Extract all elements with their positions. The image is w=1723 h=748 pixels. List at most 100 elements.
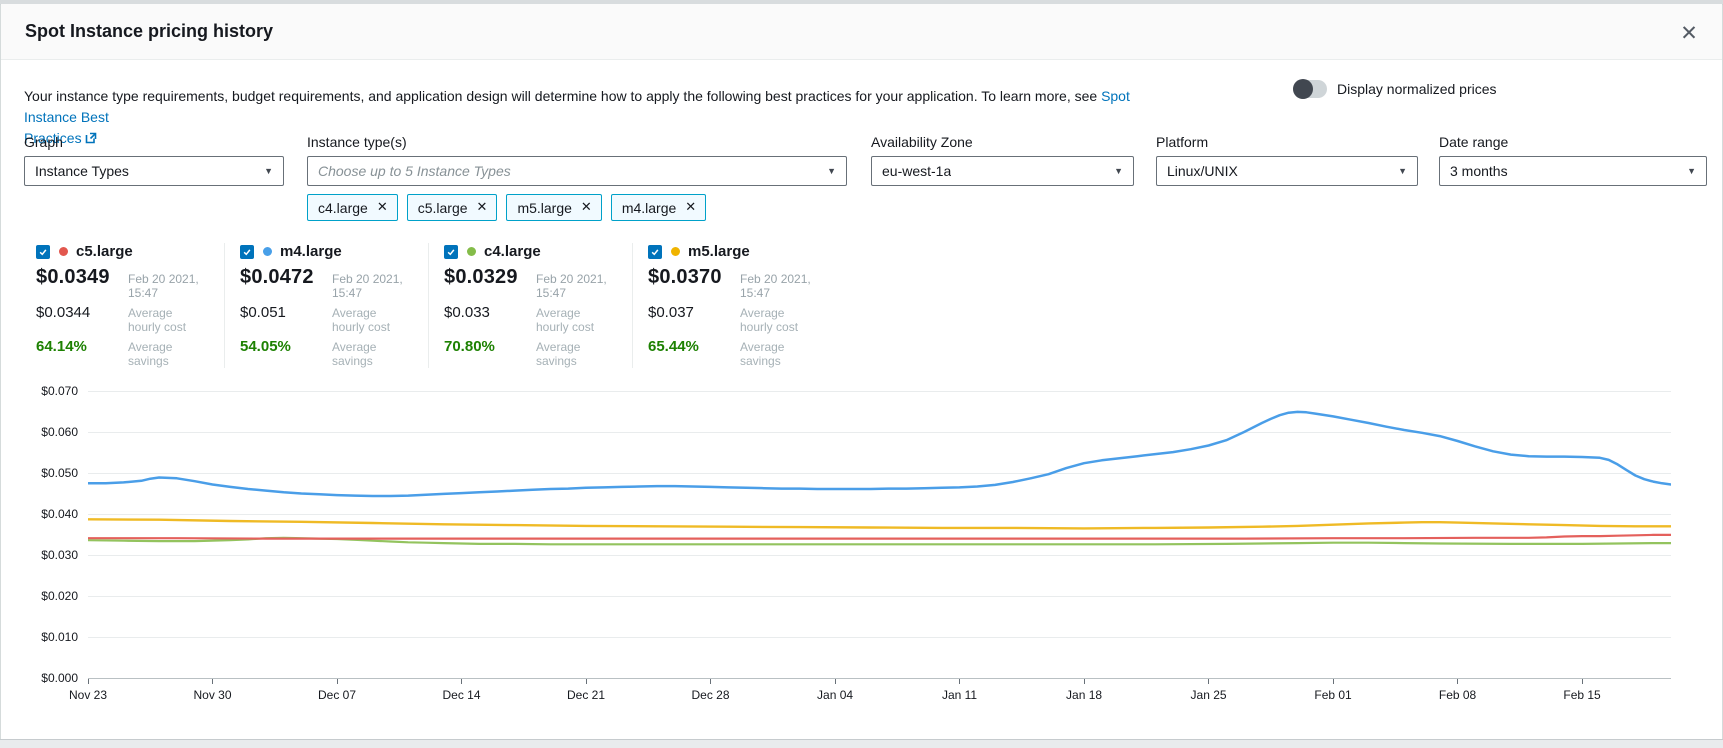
series-checkbox[interactable] [444, 245, 458, 259]
current-price: $0.0329 [444, 266, 536, 289]
date-range-select[interactable]: 3 months ▼ [1439, 156, 1707, 186]
dialog-header: Spot Instance pricing history ✕ [1, 4, 1722, 60]
check-icon [446, 247, 456, 257]
graph-label: Graph [24, 134, 284, 150]
series-checkbox[interactable] [240, 245, 254, 259]
filter-instance-types: Instance type(s) Choose up to 5 Instance… [307, 134, 847, 186]
remove-tag-icon[interactable]: ✕ [581, 201, 592, 214]
average-hourly-cost-label: Average hourly cost [740, 306, 820, 334]
average-savings: 70.80% [444, 338, 536, 355]
series-line-c5.large[interactable] [88, 535, 1671, 539]
instance-types-label: Instance type(s) [307, 134, 847, 150]
current-price: $0.0472 [240, 266, 332, 289]
platform-label: Platform [1156, 134, 1418, 150]
legend-card-header: c4.large [444, 243, 616, 260]
instance-tags: c4.large ✕ c5.large ✕ m5.large ✕ m4.larg… [307, 194, 706, 221]
average-cost-row: $0.0344 Average hourly cost [36, 304, 208, 334]
close-icon[interactable]: ✕ [1676, 20, 1702, 46]
instance-tag-label: m5.large [517, 200, 571, 216]
series-checkbox[interactable] [648, 245, 662, 259]
average-savings-row: 54.05% Average savings [240, 338, 412, 368]
date-range-value: 3 months [1450, 163, 1508, 179]
filter-platform: Platform Linux/UNIX ▼ [1156, 134, 1418, 186]
toggle-label: Display normalized prices [1337, 81, 1497, 97]
check-icon [242, 247, 252, 257]
date-range-label: Date range [1439, 134, 1707, 150]
instance-tag: m5.large ✕ [506, 194, 601, 221]
remove-tag-icon[interactable]: ✕ [685, 201, 696, 214]
average-savings-label: Average savings [332, 340, 412, 368]
platform-select[interactable]: Linux/UNIX ▼ [1156, 156, 1418, 186]
legend-card: m4.large $0.0472 Feb 20 2021, 15:47 $0.0… [240, 243, 429, 368]
chevron-down-icon: ▼ [264, 166, 273, 176]
page-background-strip [0, 739, 1723, 748]
page-title: Spot Instance pricing history [25, 21, 273, 42]
current-price-row: $0.0349 Feb 20 2021, 15:47 [36, 266, 208, 300]
availability-zone-value: eu-west-1a [882, 163, 951, 179]
current-price: $0.0349 [36, 266, 128, 289]
current-price-row: $0.0329 Feb 20 2021, 15:47 [444, 266, 616, 300]
instance-types-placeholder: Choose up to 5 Instance Types [318, 163, 511, 179]
instance-types-select[interactable]: Choose up to 5 Instance Types ▼ [307, 156, 847, 186]
remove-tag-icon[interactable]: ✕ [377, 201, 388, 214]
price-timestamp: Feb 20 2021, 15:47 [332, 272, 412, 300]
filter-availability-zone: Availability Zone eu-west-1a ▼ [871, 134, 1134, 186]
chevron-down-icon: ▼ [1114, 166, 1123, 176]
display-normalized-prices-toggle[interactable] [1293, 80, 1327, 98]
average-savings-row: 65.44% Average savings [648, 338, 820, 368]
series-checkbox[interactable] [36, 245, 50, 259]
price-timestamp: Feb 20 2021, 15:47 [128, 272, 208, 300]
average-savings-row: 70.80% Average savings [444, 338, 616, 368]
series-legend: c5.large $0.0349 Feb 20 2021, 15:47 $0.0… [36, 243, 851, 368]
series-color-dot [467, 247, 476, 256]
legend-card: m5.large $0.0370 Feb 20 2021, 15:47 $0.0… [648, 243, 836, 368]
check-icon [38, 247, 48, 257]
series-name: c5.large [76, 243, 133, 260]
price-timestamp: Feb 20 2021, 15:47 [536, 272, 616, 300]
legend-card-header: m5.large [648, 243, 820, 260]
series-color-dot [59, 247, 68, 256]
average-hourly-cost-label: Average hourly cost [128, 306, 208, 334]
series-name: m4.large [280, 243, 342, 260]
instance-tag: m4.large ✕ [611, 194, 706, 221]
graph-select[interactable]: Instance Types ▼ [24, 156, 284, 186]
filter-graph: Graph Instance Types ▼ [24, 134, 284, 186]
series-name: c4.large [484, 243, 541, 260]
current-price-row: $0.0472 Feb 20 2021, 15:47 [240, 266, 412, 300]
price-timestamp: Feb 20 2021, 15:47 [740, 272, 820, 300]
current-price-row: $0.0370 Feb 20 2021, 15:47 [648, 266, 820, 300]
average-cost-row: $0.037 Average hourly cost [648, 304, 820, 334]
instance-tag: c5.large ✕ [407, 194, 498, 221]
check-icon [650, 247, 660, 257]
instance-tag-label: c5.large [418, 200, 468, 216]
toggle-knob [1293, 79, 1313, 99]
chevron-down-icon: ▼ [1398, 166, 1407, 176]
average-cost-row: $0.051 Average hourly cost [240, 304, 412, 334]
availability-zone-select[interactable]: eu-west-1a ▼ [871, 156, 1134, 186]
average-savings-row: 64.14% Average savings [36, 338, 208, 368]
intro-body: Your instance type requirements, budget … [24, 88, 1101, 104]
average-hourly-cost-label: Average hourly cost [332, 306, 412, 334]
series-color-dot [671, 247, 680, 256]
graph-select-value: Instance Types [35, 163, 129, 179]
chevron-down-icon: ▼ [827, 166, 836, 176]
series-line-m4.large[interactable] [88, 412, 1671, 496]
average-hourly-cost: $0.051 [240, 304, 332, 321]
chart-plot-area[interactable] [88, 391, 1671, 680]
instance-tag: c4.large ✕ [307, 194, 398, 221]
series-name: m5.large [688, 243, 750, 260]
chevron-down-icon: ▼ [1687, 166, 1696, 176]
average-savings-label: Average savings [128, 340, 208, 368]
legend-card: c5.large $0.0349 Feb 20 2021, 15:47 $0.0… [36, 243, 225, 368]
average-hourly-cost-label: Average hourly cost [536, 306, 616, 334]
average-hourly-cost: $0.0344 [36, 304, 128, 321]
series-line-m5.large[interactable] [88, 519, 1671, 528]
series-color-dot [263, 247, 272, 256]
remove-tag-icon[interactable]: ✕ [477, 201, 488, 214]
instance-tag-label: m4.large [622, 200, 676, 216]
filter-date-range: Date range 3 months ▼ [1439, 134, 1707, 186]
average-hourly-cost: $0.037 [648, 304, 740, 321]
availability-zone-label: Availability Zone [871, 134, 1134, 150]
average-savings: 65.44% [648, 338, 740, 355]
average-cost-row: $0.033 Average hourly cost [444, 304, 616, 334]
